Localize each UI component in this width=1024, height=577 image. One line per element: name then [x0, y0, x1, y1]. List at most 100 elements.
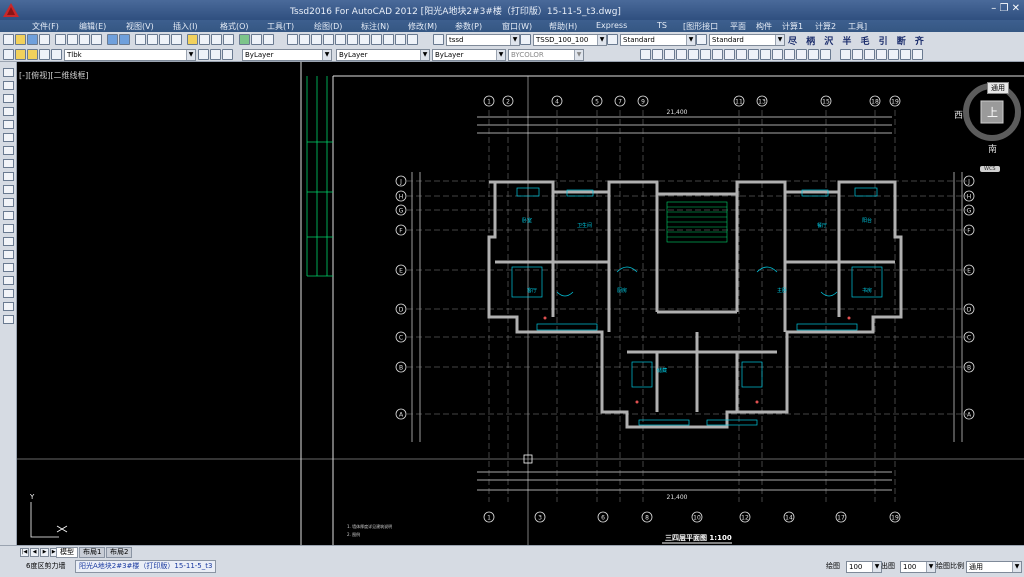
- layer-previous-icon[interactable]: [311, 34, 322, 45]
- scale-select[interactable]: 100 ▼: [846, 561, 882, 573]
- point-icon[interactable]: [3, 237, 14, 246]
- menu-item[interactable]: 编辑(E): [79, 21, 106, 32]
- snap-midpoint-icon[interactable]: [852, 49, 863, 60]
- layer-lock-icon[interactable]: [383, 34, 394, 45]
- layer-isolate-icon[interactable]: [347, 34, 358, 45]
- menu-item[interactable]: 构件: [756, 21, 772, 32]
- layer-state-icon[interactable]: [299, 34, 310, 45]
- markup-icon[interactable]: [239, 34, 250, 45]
- layer-walk-icon[interactable]: [323, 34, 334, 45]
- menu-item[interactable]: 帮助(H): [549, 21, 577, 32]
- view-dropdown[interactable]: 通用: [987, 82, 1009, 94]
- design-center-icon[interactable]: [199, 34, 210, 45]
- menu-item[interactable]: 平面: [730, 21, 746, 32]
- chamfer-icon[interactable]: [796, 49, 807, 60]
- pan-icon[interactable]: [135, 34, 146, 45]
- make-layer-current-icon[interactable]: [198, 49, 209, 60]
- hatch-icon[interactable]: [3, 250, 14, 259]
- menu-item[interactable]: 工具(T): [267, 21, 294, 32]
- layer-match-icon[interactable]: [395, 34, 406, 45]
- erase-icon[interactable]: [640, 49, 651, 60]
- revcloud-icon[interactable]: [3, 159, 14, 168]
- first-tab-icon[interactable]: |◀: [20, 548, 29, 557]
- menu-item[interactable]: Express: [596, 21, 627, 30]
- menu-item[interactable]: 插入(I): [173, 21, 198, 32]
- plot-scale-select[interactable]: 100 ▼: [900, 561, 936, 573]
- move-icon[interactable]: [700, 49, 711, 60]
- tab-layout1[interactable]: 布局1: [79, 547, 106, 558]
- autocad-logo-icon[interactable]: [2, 2, 20, 18]
- calculator-icon[interactable]: [251, 34, 262, 45]
- layer-properties-icon[interactable]: [3, 49, 14, 60]
- snap-perpendicular-icon[interactable]: [888, 49, 899, 60]
- multileader-style-icon[interactable]: [696, 34, 707, 45]
- lineweight-select[interactable]: ByLayer ▼: [432, 49, 506, 61]
- snap-settings-icon[interactable]: [912, 49, 923, 60]
- menu-item[interactable]: 工具]: [848, 21, 867, 32]
- stretch-icon[interactable]: [736, 49, 747, 60]
- menu-item[interactable]: 参数(P): [455, 21, 482, 32]
- construction-line-icon[interactable]: [3, 81, 14, 90]
- trim-icon[interactable]: [748, 49, 759, 60]
- drawing-canvas[interactable]: 21,400 21,400 卧室卫生间厨房客厅餐厅阳台主卧 书房储藏 1 2 4…: [17, 62, 1024, 545]
- gradient-icon[interactable]: [3, 263, 14, 272]
- dim-style-select[interactable]: TSSD_100_100 ▼: [533, 34, 607, 46]
- viewcube-south[interactable]: 南: [988, 142, 997, 155]
- copy-object-icon[interactable]: [652, 49, 663, 60]
- viewcube-top-face[interactable]: 上: [987, 104, 998, 120]
- menu-item[interactable]: 标注(N): [361, 21, 389, 32]
- insert-block-icon[interactable]: [3, 211, 14, 220]
- menu-item[interactable]: 视图(V): [126, 21, 154, 32]
- zoom-realtime-icon[interactable]: [147, 34, 158, 45]
- viewcube-west[interactable]: 西: [954, 108, 963, 121]
- snap-nearest-icon[interactable]: [900, 49, 911, 60]
- explode-icon[interactable]: [820, 49, 831, 60]
- prev-tab-icon[interactable]: ◀: [30, 548, 39, 557]
- add-selected-icon[interactable]: [3, 315, 14, 324]
- array-icon[interactable]: [688, 49, 699, 60]
- sun-icon[interactable]: [27, 49, 38, 60]
- snap-intersection-icon[interactable]: [864, 49, 875, 60]
- multiline-text-icon[interactable]: [3, 302, 14, 311]
- ellipse-arc-icon[interactable]: [3, 198, 14, 207]
- ucs-menu[interactable]: WCS: [980, 166, 1000, 172]
- layer-icon[interactable]: [287, 34, 298, 45]
- tool-palettes-icon[interactable]: [211, 34, 222, 45]
- menu-item[interactable]: 窗口(W): [502, 21, 532, 32]
- tab-layout2[interactable]: 布局2: [106, 547, 133, 558]
- layer-merge-icon[interactable]: [407, 34, 418, 45]
- ellipse-icon[interactable]: [3, 185, 14, 194]
- linetype-select[interactable]: ByLayer ▼: [336, 49, 430, 61]
- spline-icon[interactable]: [3, 172, 14, 181]
- layer-select[interactable]: Tlbk ▼: [64, 49, 196, 61]
- viewport-controls[interactable]: [-][俯视][二维线框]: [19, 70, 89, 81]
- tssd-tools-toolbar[interactable]: 尽 柄 沢 半 毛 引 断 齐: [788, 34, 927, 47]
- properties-icon[interactable]: [187, 34, 198, 45]
- polyline-icon[interactable]: [3, 94, 14, 103]
- copy-icon[interactable]: [67, 34, 78, 45]
- command-line[interactable]: 6度区剪力墙: [26, 558, 65, 575]
- cut-icon[interactable]: [55, 34, 66, 45]
- tab-model[interactable]: 模型: [56, 547, 78, 558]
- text-style-select[interactable]: tssd ▼: [446, 34, 520, 46]
- sheet-set-icon[interactable]: [223, 34, 234, 45]
- match-properties-icon[interactable]: [91, 34, 102, 45]
- menu-item[interactable]: 计算2: [815, 21, 836, 32]
- table-style-select[interactable]: Standard ▼: [620, 34, 696, 46]
- rotate-icon[interactable]: [712, 49, 723, 60]
- dim-style-icon[interactable]: [520, 34, 531, 45]
- menu-item[interactable]: 绘图(D): [314, 21, 342, 32]
- document-tab[interactable]: 阳光A地块2#3#楼（打印版）15-11-5_t3: [75, 560, 217, 573]
- table-icon[interactable]: [3, 289, 14, 298]
- table-style-icon[interactable]: [607, 34, 618, 45]
- help-icon[interactable]: [263, 34, 274, 45]
- color-square-icon[interactable]: [51, 49, 62, 60]
- menu-item[interactable]: 计算1: [782, 21, 803, 32]
- fillet-icon[interactable]: [808, 49, 819, 60]
- color-select[interactable]: ByLayer ▼: [242, 49, 332, 61]
- open-file-icon[interactable]: [15, 34, 26, 45]
- extend-icon[interactable]: [760, 49, 771, 60]
- save-icon[interactable]: [27, 34, 38, 45]
- scale-icon[interactable]: [724, 49, 735, 60]
- print-icon[interactable]: [39, 34, 50, 45]
